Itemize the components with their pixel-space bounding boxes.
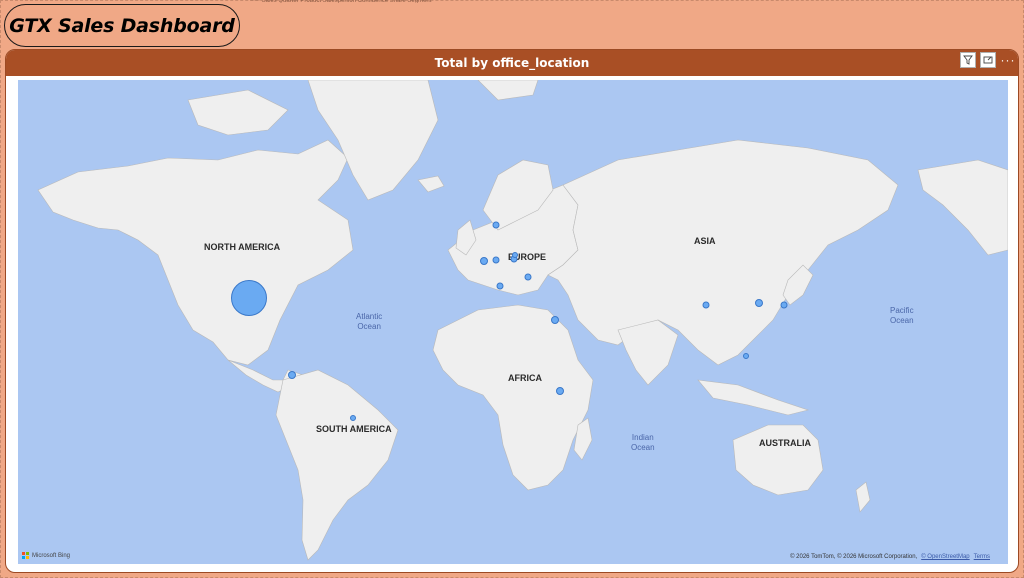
bubble-france-south[interactable] xyxy=(512,252,518,258)
visual-toolbar: ··· xyxy=(960,50,1016,70)
top-slicer-strip: ····· Sales Quarter Product Salesperson … xyxy=(250,0,432,3)
land-far-east-right xyxy=(917,159,1008,256)
world-map-land xyxy=(37,80,1008,561)
bubble-united-states[interactable] xyxy=(231,280,267,316)
land-new-zealand xyxy=(855,481,871,513)
land-southeast-asia xyxy=(697,379,810,416)
bing-label: Microsoft Bing xyxy=(32,552,71,559)
region-label-australia: AUSTRALIA xyxy=(759,438,811,448)
dashboard-title-box: GTX Sales Dashboard xyxy=(4,4,240,47)
terms-link[interactable]: Terms xyxy=(974,554,990,560)
region-label-north-america: NORTH AMERICA xyxy=(204,242,281,252)
ocean-label-pacific: Pacific Ocean xyxy=(890,306,914,325)
bubble-poland[interactable] xyxy=(524,273,532,281)
region-label-africa: AFRICA xyxy=(508,373,542,383)
visual-title: Total by office_location xyxy=(434,56,590,70)
land-south-america xyxy=(275,369,399,561)
map-visual-card[interactable]: Total by office_location ··· NORTH AMERI… xyxy=(5,49,1019,573)
land-australia xyxy=(732,424,824,496)
bubble-costa-rica[interactable] xyxy=(288,371,296,379)
bubble-china[interactable] xyxy=(702,301,710,309)
visual-header: Total by office_location xyxy=(6,50,1018,76)
land-iceland xyxy=(417,175,445,193)
bubble-norway-sweden[interactable] xyxy=(492,221,500,229)
ocean-label-atlantic: Atlantic Ocean xyxy=(356,312,383,331)
bubble-brazil[interactable] xyxy=(350,415,356,421)
dashboard-title: GTX Sales Dashboard xyxy=(9,14,235,37)
region-label-asia: ASIA xyxy=(694,236,716,246)
bubble-hungary[interactable] xyxy=(496,282,504,290)
focus-mode-icon[interactable] xyxy=(980,52,996,68)
land-asia xyxy=(547,139,899,366)
bubble-united-kingdom[interactable] xyxy=(480,257,488,265)
microsoft-logo-icon xyxy=(22,552,29,559)
attribution-text: © 2026 TomTom, © 2026 Microsoft Corporat… xyxy=(790,554,918,560)
bubble-philippines[interactable] xyxy=(743,353,749,359)
region-label-south-america: SOUTH AMERICA xyxy=(316,424,392,434)
land-africa xyxy=(432,304,594,491)
map-attribution: © 2026 TomTom, © 2026 Microsoft Corporat… xyxy=(790,554,990,560)
ocean-label-indian: Indian Ocean xyxy=(631,433,655,452)
land-arctic-top xyxy=(477,80,539,101)
world-map[interactable]: NORTH AMERICA EUROPE ASIA AFRICA SOUTH A… xyxy=(18,80,1008,564)
bubble-kenya[interactable] xyxy=(556,387,564,395)
land-arctic-islands xyxy=(187,89,289,136)
land-india xyxy=(617,319,679,386)
osm-link[interactable]: © OpenStreetMap xyxy=(921,554,969,560)
bubble-korea[interactable] xyxy=(755,299,763,307)
bubble-japan[interactable] xyxy=(780,301,788,309)
bubble-netherlands[interactable] xyxy=(492,256,500,264)
bubble-egypt[interactable] xyxy=(551,316,559,324)
microsoft-bing-logo: Microsoft Bing xyxy=(22,552,70,559)
more-options-icon[interactable]: ··· xyxy=(1000,52,1016,68)
filter-icon[interactable] xyxy=(960,52,976,68)
land-north-america xyxy=(37,139,354,366)
